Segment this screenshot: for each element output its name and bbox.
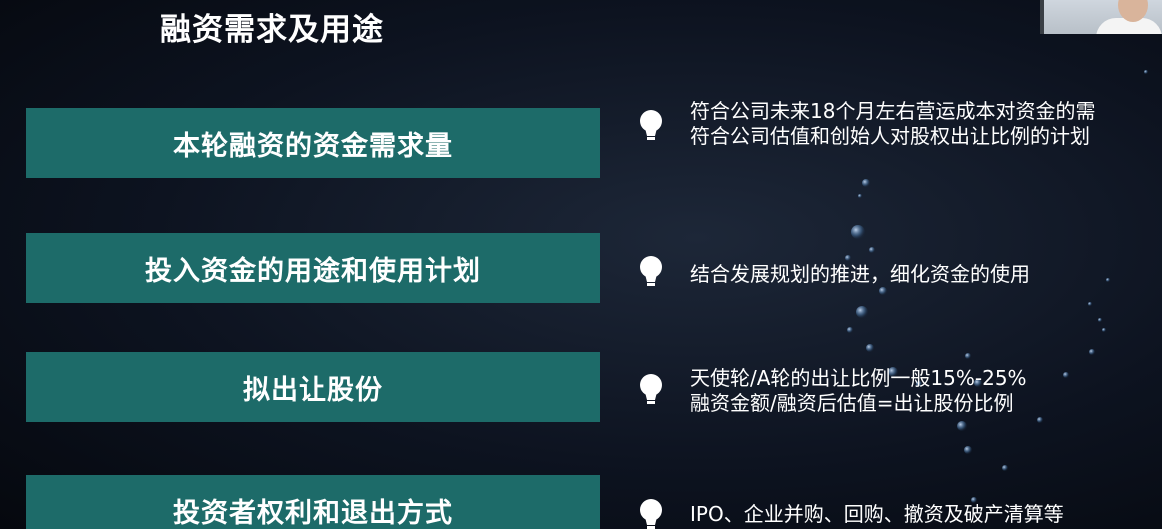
detail-block-equity-offered: 天使轮/A轮的出让比例一般15%-25% 融资金额/融资后估值=出让股份比例 xyxy=(690,366,1162,416)
detail-line: 符合公司估值和创始人对股权出让比例的计划 xyxy=(690,124,1090,148)
lightbulb-icon xyxy=(640,374,662,404)
topic-box-investor-rights: 投资者权利和退出方式 xyxy=(26,475,600,529)
lightbulb-icon xyxy=(640,256,662,286)
detail-line: 结合发展规划的推进，细化资金的使用 xyxy=(690,262,1030,286)
webcam-thumbnail xyxy=(1040,0,1162,34)
topic-box-fund-usage: 投入资金的用途和使用计划 xyxy=(26,233,600,303)
detail-line: 融资金额/融资后估值=出让股份比例 xyxy=(690,391,1014,415)
topic-box-funding-amount: 本轮融资的资金需求量 xyxy=(26,108,600,178)
lightbulb-icon xyxy=(640,499,662,529)
detail-line: IPO、企业并购、回购、撤资及破产清算等 xyxy=(690,502,1064,526)
detail-line: 天使轮/A轮的出让比例一般15%-25% xyxy=(690,366,1027,390)
detail-line: 符合公司未来18个月左右营运成本对资金的需 xyxy=(690,99,1096,123)
slide: 融资需求及用途 本轮融资的资金需求量 符合公司未来18个月左右营运成本对资金的需… xyxy=(0,0,1162,529)
topic-box-equity-offered: 拟出让股份 xyxy=(26,352,600,422)
webcam-frame xyxy=(1040,0,1044,34)
lightbulb-icon xyxy=(640,110,662,140)
slide-title: 融资需求及用途 xyxy=(160,12,384,48)
detail-block-fund-usage: 结合发展规划的推进，细化资金的使用 xyxy=(690,262,1162,287)
detail-block-funding-amount: 符合公司未来18个月左右营运成本对资金的需 符合公司估值和创始人对股权出让比例的… xyxy=(690,99,1162,149)
detail-block-investor-rights: IPO、企业并购、回购、撤资及破产清算等 xyxy=(690,502,1162,527)
